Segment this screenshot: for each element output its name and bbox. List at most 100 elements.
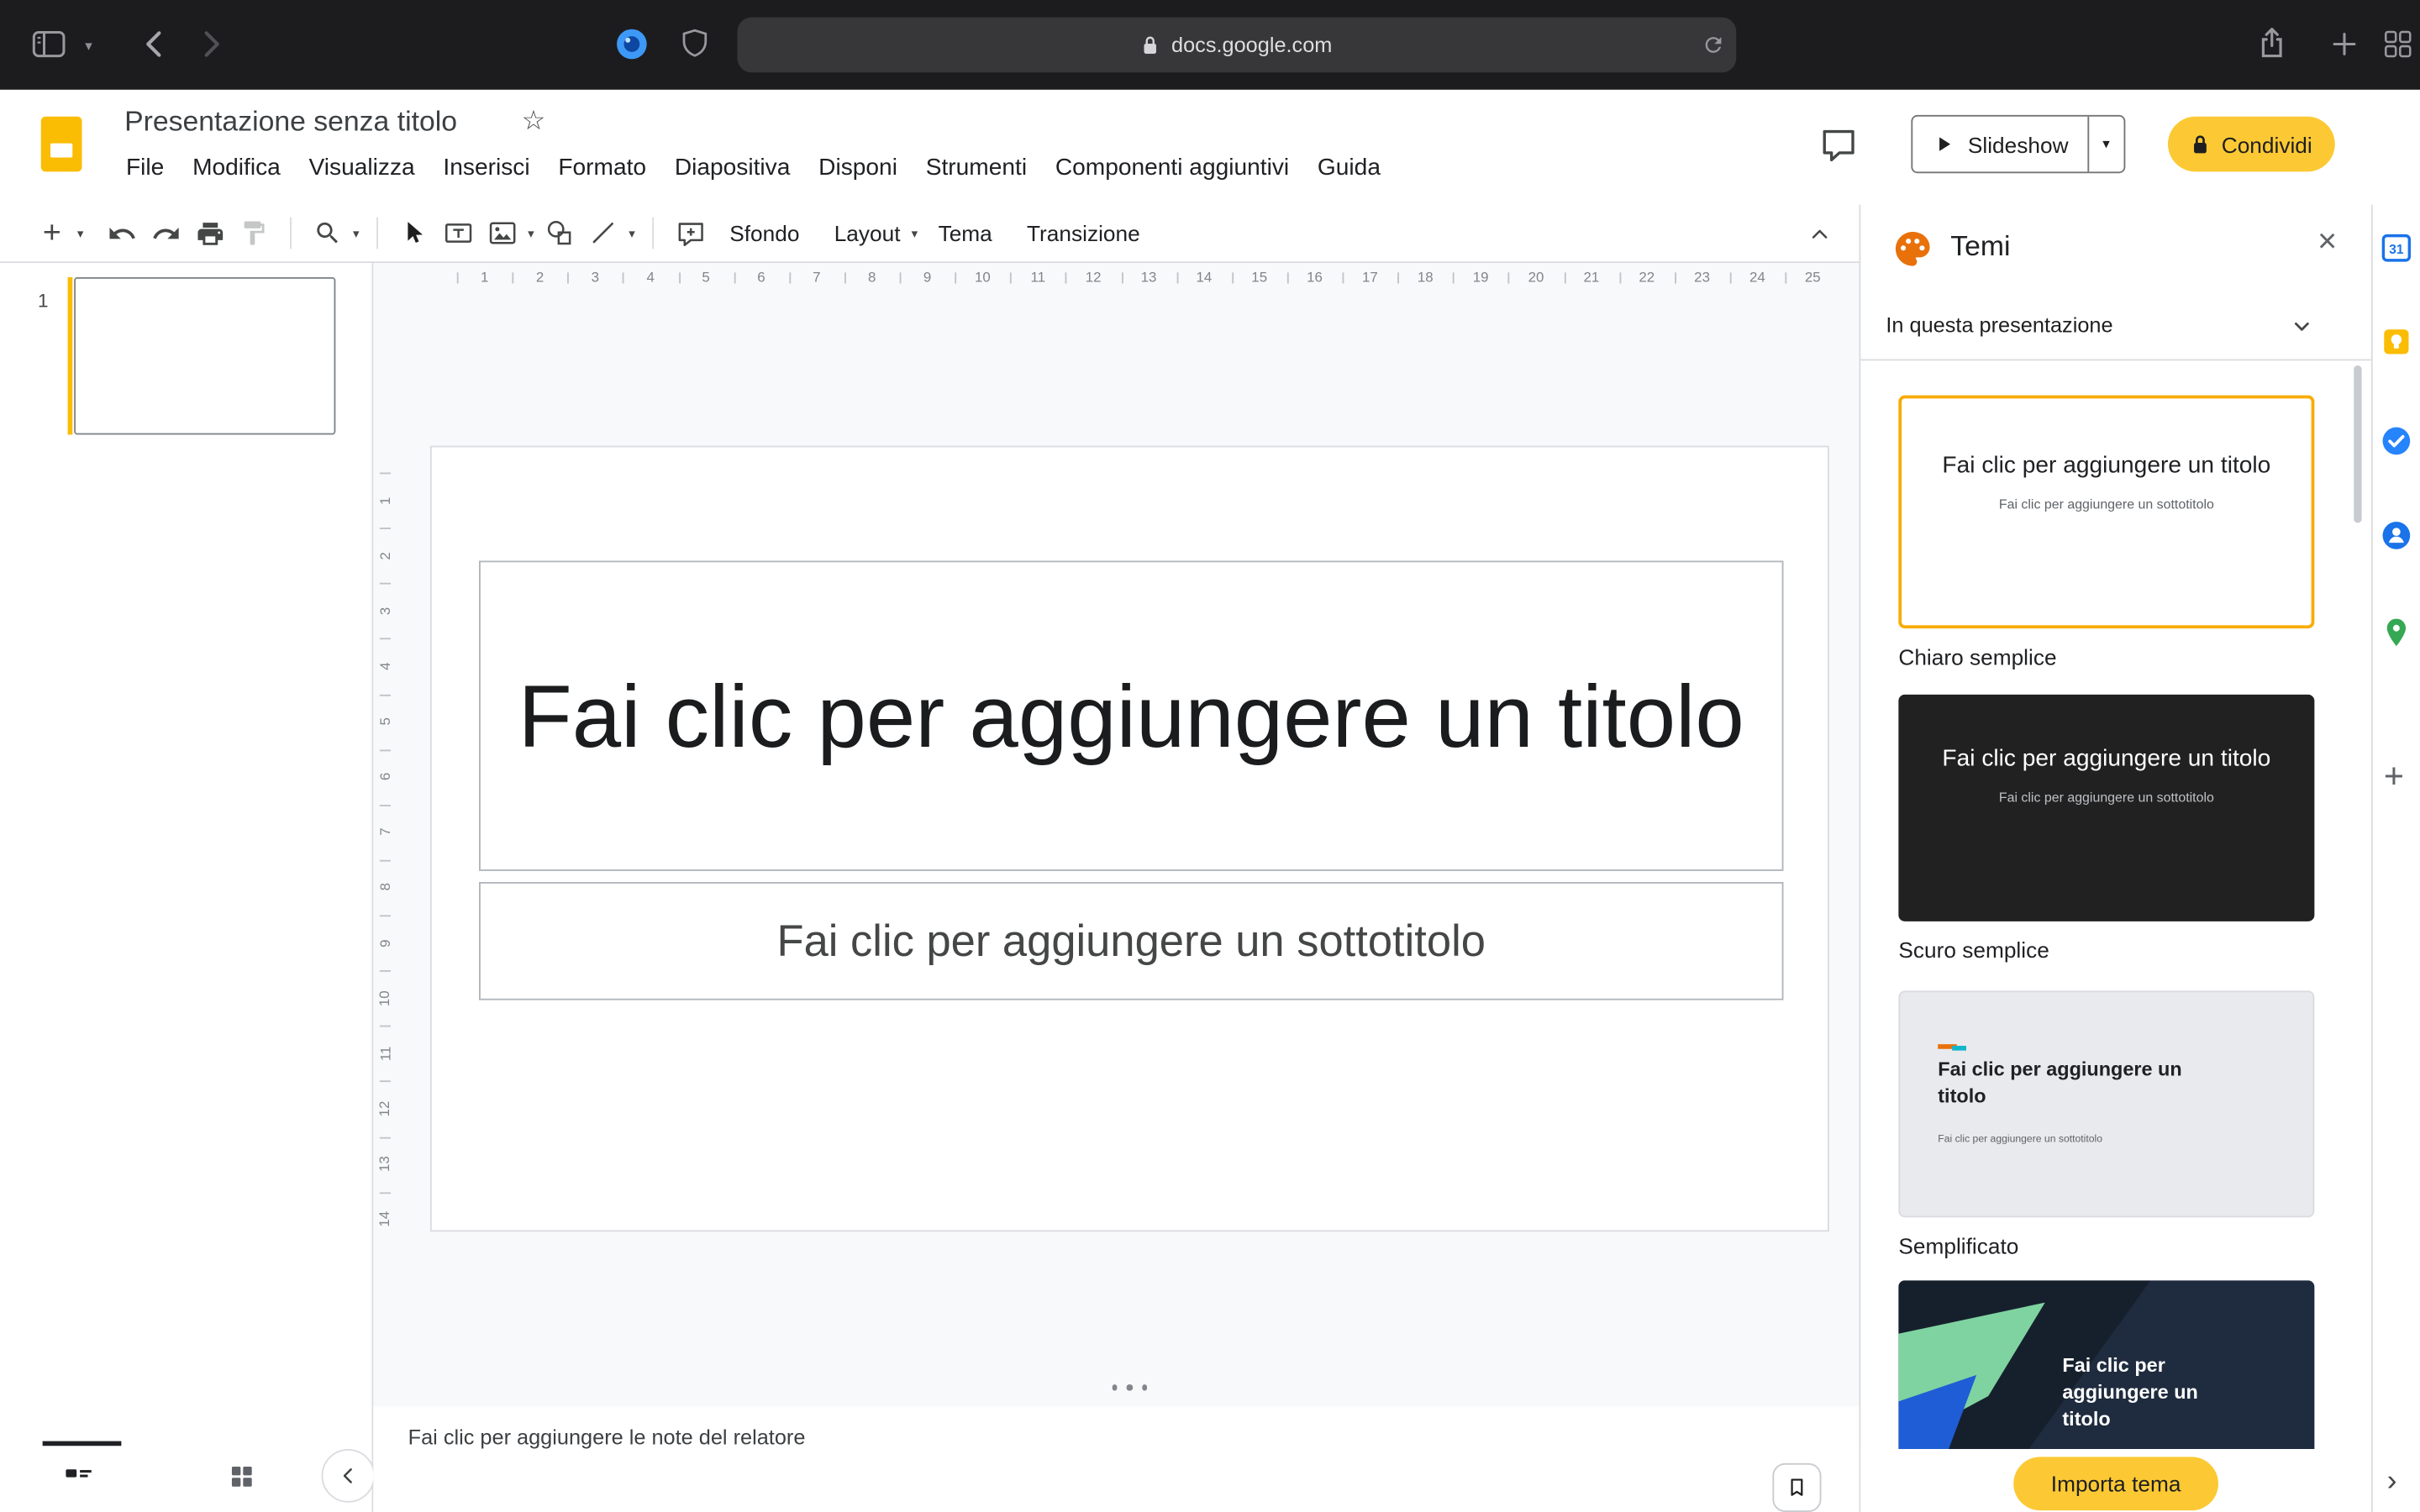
new-tab-icon[interactable] (2328, 29, 2360, 60)
theme-preview-title: Fai clic per aggiungere un titolo (1930, 449, 2283, 481)
menu-item[interactable]: Diapositiva (671, 153, 793, 183)
layout-caret-icon[interactable]: ▾ (912, 226, 918, 240)
tasks-icon[interactable] (2379, 423, 2413, 458)
star-icon[interactable]: ☆ (522, 106, 546, 138)
themes-panel-footer: Importa tema (1860, 1449, 2371, 1512)
ruler-mark: 3 (373, 583, 397, 638)
text-box-button[interactable] (438, 213, 479, 254)
themes-panel: Temi × In questa presentazione Fai clic … (1860, 205, 2371, 1512)
image-caret-icon[interactable]: ▾ (528, 226, 534, 240)
ruler-mark: 10 (373, 970, 397, 1026)
theme-preview-title: Fai clic per aggiungere un titolo (1930, 742, 2283, 774)
subtitle-placeholder-box[interactable]: Fai clic per aggiungere un sottotitolo (479, 882, 1784, 1000)
reload-icon[interactable] (1702, 33, 1725, 56)
contacts-icon[interactable] (2379, 518, 2413, 553)
paint-format-button[interactable] (234, 213, 275, 254)
menu-item[interactable]: Modifica (189, 153, 283, 183)
address-bar[interactable]: docs.google.com (738, 18, 1737, 73)
insert-line-button[interactable] (583, 213, 624, 254)
menu-item[interactable]: Inserisci (440, 153, 534, 183)
theme-card-semplificato[interactable]: Fai clic per aggiungere un titolo Fai cl… (1898, 990, 2314, 1217)
back-icon[interactable] (142, 29, 164, 60)
share-label: Condividi (2222, 132, 2312, 157)
google-slides-logo[interactable] (41, 117, 82, 172)
notes-resize-handle[interactable] (430, 1384, 1829, 1390)
print-button[interactable] (189, 213, 230, 254)
select-tool-button[interactable] (394, 213, 435, 254)
share-button[interactable]: Condividi (2168, 117, 2334, 172)
slide-canvas[interactable]: Fai clic per aggiungere un titolo Fai cl… (430, 446, 1829, 1232)
calendar-icon[interactable]: 31 (2379, 230, 2413, 265)
menu-item[interactable]: Formato (555, 153, 650, 183)
keep-icon[interactable] (2379, 324, 2413, 359)
theme-name: Scuro semplice (1898, 937, 2371, 963)
theme-preview-title: Fai clic per aggiungere un titolo (2062, 1353, 2226, 1434)
themes-panel-title: Temi (1950, 230, 2010, 263)
ruler-mark: 25 (1785, 263, 1840, 293)
forward-icon[interactable] (202, 29, 224, 60)
ruler-mark: 6 (373, 749, 397, 805)
insert-comment-button[interactable] (670, 213, 711, 254)
insert-shape-button[interactable] (539, 213, 580, 254)
comments-icon[interactable] (1820, 126, 1858, 164)
document-title[interactable]: Presentazione senza titolo (124, 106, 457, 139)
filmstrip-view-icon[interactable] (61, 1460, 96, 1492)
pin-notes-button[interactable] (1772, 1463, 1821, 1512)
menu-item[interactable]: Strumenti (923, 153, 1030, 183)
new-slide-button[interactable]: + (32, 213, 73, 254)
menu-bar: File Modifica Visualizza Inserisci Formato Di… (123, 153, 1383, 183)
insert-image-button[interactable] (482, 213, 523, 254)
line-caret-icon[interactable]: ▾ (629, 226, 635, 240)
speaker-notes-area[interactable]: Fai clic per aggiungere le note del rela… (373, 1406, 1859, 1512)
theme-card-chiaro-semplice[interactable]: Fai clic per aggiungere un titolo Fai cl… (1898, 396, 2314, 629)
grid-view-icon[interactable] (227, 1462, 257, 1492)
tab-overview-icon[interactable] (2382, 29, 2414, 60)
svg-text:31: 31 (2389, 243, 2404, 257)
extension-blue-icon[interactable] (613, 25, 650, 63)
import-theme-button[interactable]: Importa tema (2013, 1457, 2219, 1510)
menu-item[interactable]: Guida (1314, 153, 1384, 183)
ruler-mark: 21 (1564, 263, 1619, 293)
collapse-toolbar-icon[interactable] (1799, 214, 1840, 255)
slide-thumbnail[interactable] (74, 277, 335, 435)
menu-item[interactable]: Visualizza (306, 153, 418, 183)
theme-card-scuro-semplice[interactable]: Fai clic per aggiungere un titolo Fai cl… (1898, 695, 2314, 921)
menu-item[interactable]: File (123, 153, 167, 183)
chevron-down-icon[interactable] (2288, 312, 2317, 340)
title-placeholder-box[interactable]: Fai clic per aggiungere un titolo (479, 561, 1784, 871)
add-addon-icon[interactable]: + (2384, 756, 2404, 797)
themes-panel-header: Temi × (1860, 205, 2371, 293)
maps-icon[interactable] (2379, 616, 2413, 650)
sidebar-toggle-icon[interactable] (32, 29, 66, 60)
ruler-mark: 19 (1453, 263, 1508, 293)
scrollbar[interactable] (2354, 365, 2361, 523)
zoom-caret-icon[interactable]: ▾ (353, 226, 360, 240)
layout-button[interactable]: Layout (818, 211, 907, 255)
close-icon[interactable]: × (2317, 223, 2337, 261)
undo-button[interactable] (101, 213, 142, 254)
slideshow-dropdown[interactable]: ▾ (2087, 117, 2123, 172)
slideshow-button[interactable]: Slideshow ▾ (1911, 115, 2125, 173)
ruler-mark: 12 (373, 1081, 397, 1137)
toolbar-divider (652, 218, 654, 249)
zoom-button[interactable] (308, 213, 349, 254)
new-slide-caret-icon[interactable]: ▾ (77, 226, 84, 240)
share-page-icon[interactable] (2256, 24, 2288, 61)
themes-section-row[interactable]: In questa presentazione (1860, 293, 2371, 361)
title-placeholder-text: Fai clic per aggiungere un titolo (518, 654, 1744, 777)
menu-item[interactable]: Componenti aggiuntivi (1052, 153, 1292, 183)
collapse-filmstrip-button[interactable] (322, 1449, 376, 1503)
transition-button[interactable]: Transizione (1011, 211, 1155, 255)
ruler-mark: 1 (457, 263, 513, 293)
menu-item[interactable]: Disponi (815, 153, 900, 183)
ruler-mark: 16 (1287, 263, 1343, 293)
horizontal-ruler: 1234567891011121314151617181920212223242… (373, 263, 1840, 293)
theme-card-partial[interactable]: Fai clic per aggiungere un titolo (1898, 1280, 2314, 1449)
extension-shield-icon[interactable] (677, 27, 712, 61)
sidebar-caret-icon[interactable]: ▾ (85, 38, 92, 55)
theme-button[interactable]: Tema (923, 211, 1008, 255)
hide-side-panel-icon[interactable]: › (2387, 1465, 2397, 1499)
redo-button[interactable] (145, 213, 187, 254)
slideshow-label: Slideshow (1968, 132, 2069, 157)
background-button[interactable]: Sfondo (713, 211, 815, 255)
